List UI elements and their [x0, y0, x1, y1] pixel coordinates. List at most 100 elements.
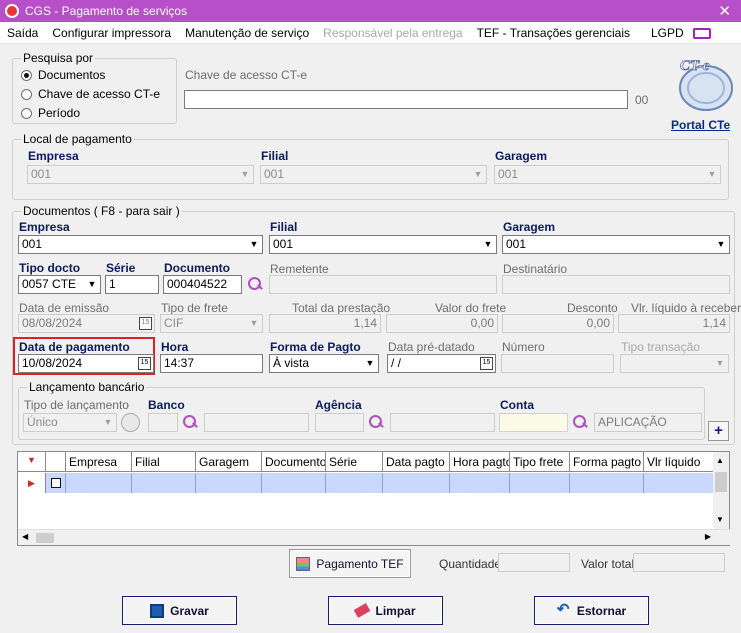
- col-documento[interactable]: Documento: [262, 452, 326, 471]
- data-predatado-label: Data pré-datado: [388, 340, 475, 354]
- data-emissao-value: 08/08/2024: [22, 316, 83, 330]
- banco-input: [148, 413, 178, 432]
- limpar-button[interactable]: Limpar: [328, 596, 443, 625]
- menu-lgpd[interactable]: LGPD: [637, 26, 718, 40]
- chevron-down-icon[interactable]: ▼: [716, 515, 724, 524]
- hora-label: Hora: [161, 340, 189, 354]
- sort-down-icon[interactable]: ▼: [18, 452, 46, 471]
- radio-documentos[interactable]: Documentos: [21, 68, 105, 82]
- tipo-lancamento-value: Único: [27, 415, 58, 429]
- search-agencia-icon[interactable]: [368, 414, 384, 430]
- chevron-down-icon: ▼: [87, 279, 97, 289]
- radio-chave-acesso[interactable]: Chave de acesso CT-e: [21, 87, 160, 101]
- estornar-button[interactable]: ↶ Estornar: [534, 596, 649, 625]
- calendar-icon: 15: [139, 317, 152, 330]
- row-checkbox[interactable]: [46, 473, 66, 493]
- local-garagem-value: 001: [498, 167, 519, 181]
- add-button[interactable]: +: [708, 421, 729, 441]
- valor-total-label: Valor total: [581, 557, 635, 571]
- col-forma-pagto[interactable]: Forma pagto: [570, 452, 644, 471]
- quantidade-field: [498, 553, 570, 572]
- col-filial[interactable]: Filial: [132, 452, 196, 471]
- scroll-thumb[interactable]: [715, 472, 727, 492]
- menu-manutencao-servico[interactable]: Manutenção de serviço: [178, 26, 316, 40]
- calendar-icon[interactable]: 15: [480, 357, 493, 370]
- search-banco-icon[interactable]: [182, 414, 198, 430]
- search-documento-icon[interactable]: [247, 276, 263, 292]
- desconto-field: 0,00: [502, 314, 614, 333]
- garagem-value: 001: [506, 237, 527, 251]
- scroll-thumb-h[interactable]: [36, 533, 54, 543]
- chevron-right-icon[interactable]: ▶: [705, 532, 711, 541]
- menu-bar: Saída Configurar impressora Manutenção d…: [0, 22, 741, 44]
- remetente-field: [269, 275, 497, 294]
- gravar-button[interactable]: Gravar: [122, 596, 237, 625]
- menu-responsavel-entrega: Responsável pela entrega: [323, 25, 463, 40]
- col-empresa[interactable]: Empresa: [66, 452, 132, 471]
- cte-logo-text: CT-e: [680, 58, 710, 74]
- agencia-input: [315, 413, 364, 432]
- serie-input[interactable]: 1: [105, 275, 159, 294]
- garagem-select[interactable]: 001 ▼: [502, 235, 730, 254]
- radio-label: Período: [38, 106, 81, 120]
- window-title: CGS - Pagamento de serviços: [25, 4, 188, 18]
- documento-input[interactable]: 000404522: [163, 275, 242, 294]
- data-predatado-value: / /: [391, 356, 402, 370]
- data-pagamento-input[interactable]: 10/08/2024 15: [18, 354, 154, 373]
- valor-total-field: [633, 553, 725, 572]
- agencia-label: Agência: [315, 398, 362, 412]
- filial-label: Filial: [270, 220, 298, 234]
- pagamento-tef-label: Pagamento TEF: [316, 556, 404, 571]
- tipo-transacao-label: Tipo transação: [621, 340, 700, 354]
- pagamento-tef-button[interactable]: Pagamento TEF: [289, 549, 411, 578]
- menu-configurar-impressora[interactable]: Configurar impressora: [45, 26, 178, 40]
- app-icon: [5, 4, 19, 18]
- chevron-down-icon: ▼: [103, 417, 113, 427]
- agencia-nome-field: [390, 413, 495, 432]
- chave-acesso-input[interactable]: [184, 90, 628, 109]
- close-icon[interactable]: ✕: [718, 2, 731, 20]
- empresa-select[interactable]: 001 ▼: [18, 235, 263, 254]
- data-predatado-input[interactable]: / / 15: [387, 354, 496, 373]
- chevron-up-icon[interactable]: ▲: [716, 456, 724, 465]
- portal-cte-link[interactable]: Portal CTe: [671, 118, 730, 132]
- filial-select[interactable]: 001 ▼: [269, 235, 497, 254]
- hora-input[interactable]: 14:37: [160, 354, 263, 373]
- calendar-icon[interactable]: 15: [138, 357, 151, 370]
- undo-icon: ↶: [556, 600, 570, 618]
- tipo-frete-select: CIF ▼: [160, 314, 263, 333]
- tipo-frete-value: CIF: [164, 316, 184, 330]
- chevron-down-icon: ▼: [707, 169, 717, 179]
- col-data-pagto[interactable]: Data pagto: [383, 452, 450, 471]
- conta-label: Conta: [500, 398, 534, 412]
- numero-field: [501, 354, 614, 373]
- grid-header: ▼ Empresa Filial Garagem Documento Série…: [18, 452, 714, 472]
- conta-input[interactable]: [499, 413, 568, 432]
- forma-pagto-select[interactable]: À vista ▼: [269, 354, 379, 373]
- cte-logo: CT-e: [666, 50, 736, 116]
- radio-periodo[interactable]: Período: [21, 106, 80, 120]
- gear-icon: [121, 413, 140, 432]
- menu-tef[interactable]: TEF - Transações gerenciais: [470, 26, 637, 40]
- radio-label: Chave de acesso CT-e: [38, 87, 161, 101]
- search-conta-icon[interactable]: [572, 414, 588, 430]
- chave-suffix: 00: [635, 93, 649, 107]
- documento-label: Documento: [164, 261, 230, 275]
- local-pagamento-legend: Local de pagamento: [21, 132, 134, 146]
- chave-acesso-label: Chave de acesso CT-e: [185, 68, 308, 82]
- local-filial-value: 001: [264, 167, 285, 181]
- col-hora-pagto[interactable]: Hora pagto: [450, 452, 510, 471]
- tipo-docto-select[interactable]: 0057 CTE ▼: [18, 275, 101, 294]
- total-prestacao-label: Total da prestação: [292, 301, 391, 315]
- col-serie[interactable]: Série: [326, 452, 383, 471]
- grid-vertical-scrollbar[interactable]: ▲ ▼: [713, 452, 729, 529]
- chevron-left-icon[interactable]: ◀: [22, 532, 28, 541]
- table-row[interactable]: ▶: [18, 473, 714, 493]
- col-vlr-liquido[interactable]: Vlr líquido: [644, 452, 714, 471]
- local-filial-select: 001 ▼: [260, 165, 487, 184]
- grid-horizontal-scrollbar[interactable]: ◀ ▶: [18, 529, 731, 545]
- menu-saida[interactable]: Saída: [0, 26, 45, 40]
- col-garagem[interactable]: Garagem: [196, 452, 262, 471]
- filial-value: 001: [273, 237, 294, 251]
- col-tipo-frete[interactable]: Tipo frete: [510, 452, 570, 471]
